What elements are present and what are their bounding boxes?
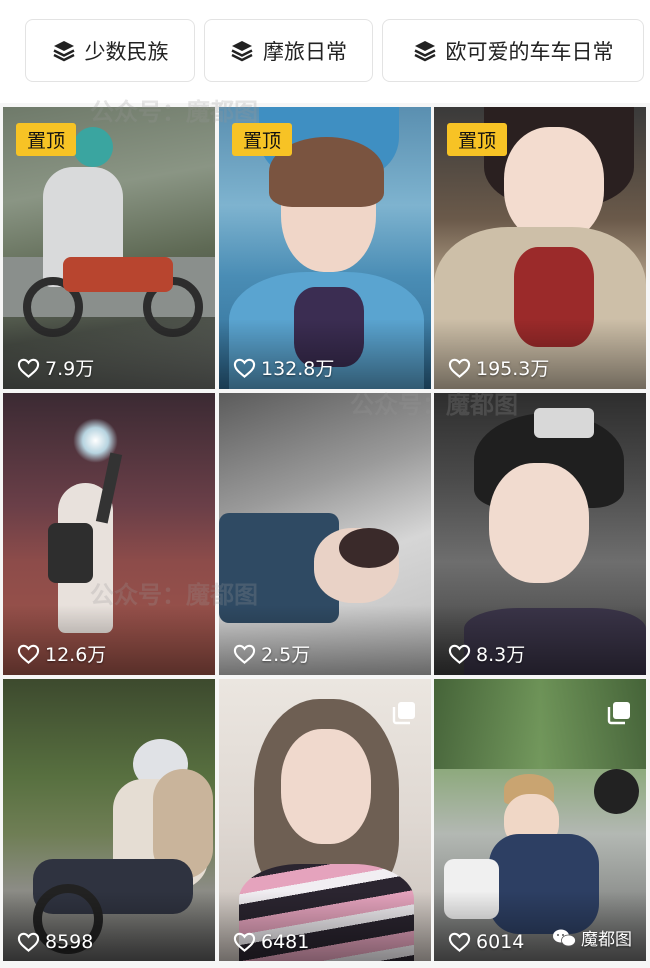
like-count-value: 8.3万 bbox=[476, 644, 526, 666]
heart-icon bbox=[17, 932, 40, 952]
video-tile[interactable]: 置顶 7.9万 bbox=[3, 107, 215, 389]
like-count-value: 132.8万 bbox=[261, 358, 335, 380]
like-count: 6481 bbox=[233, 931, 309, 953]
like-count: 2.5万 bbox=[233, 640, 310, 667]
layers-icon bbox=[52, 40, 75, 61]
like-count-value: 8598 bbox=[45, 931, 94, 953]
heart-icon bbox=[448, 358, 471, 378]
video-tile[interactable]: 置顶 195.3万 bbox=[434, 107, 646, 389]
like-count: 132.8万 bbox=[233, 354, 334, 381]
pinned-badge: 置顶 bbox=[16, 123, 76, 156]
wechat-icon bbox=[553, 929, 576, 946]
like-count-value: 12.6万 bbox=[45, 644, 107, 666]
video-tile[interactable]: 6481 bbox=[219, 679, 431, 961]
like-count-value: 195.3万 bbox=[476, 358, 550, 380]
like-count: 8.3万 bbox=[448, 640, 525, 667]
heart-icon bbox=[448, 932, 471, 952]
layers-icon bbox=[231, 40, 253, 61]
like-count-value: 6014 bbox=[476, 931, 525, 953]
tab-cute-car-daily[interactable]: 欧可爱的车车日常 bbox=[382, 19, 644, 82]
video-tile[interactable]: 8598 bbox=[3, 679, 215, 961]
video-tile[interactable]: 6014 bbox=[434, 679, 646, 961]
like-count: 7.9万 bbox=[17, 354, 94, 381]
pinned-badge: 置顶 bbox=[232, 123, 292, 156]
heart-icon bbox=[17, 358, 40, 378]
layers-icon bbox=[413, 40, 436, 61]
like-count-value: 6481 bbox=[261, 931, 310, 953]
like-count: 6014 bbox=[448, 931, 524, 953]
multi-image-icon bbox=[607, 702, 630, 725]
like-count: 12.6万 bbox=[17, 640, 106, 667]
video-tile[interactable]: 8.3万 bbox=[434, 393, 646, 675]
heart-icon bbox=[448, 644, 471, 664]
watermark-brand-text: 魔都图 bbox=[581, 930, 632, 950]
video-tile[interactable]: 2.5万 bbox=[219, 393, 431, 675]
video-tile[interactable]: 置顶 132.8万 bbox=[219, 107, 431, 389]
like-count-value: 7.9万 bbox=[45, 358, 95, 380]
like-count: 195.3万 bbox=[448, 354, 549, 381]
watermark-brand: 魔都图 bbox=[552, 925, 632, 950]
heart-icon bbox=[233, 932, 256, 952]
multi-image-icon bbox=[392, 702, 415, 725]
tab-moto-daily[interactable]: 摩旅日常 bbox=[204, 19, 373, 82]
tab-label: 欧可爱的车车日常 bbox=[445, 39, 614, 64]
like-count-value: 2.5万 bbox=[261, 644, 311, 666]
heart-icon bbox=[17, 644, 40, 664]
video-tile[interactable]: 12.6万 bbox=[3, 393, 215, 675]
tab-label: 摩旅日常 bbox=[263, 39, 347, 64]
heart-icon bbox=[233, 644, 256, 664]
heart-icon bbox=[233, 358, 256, 378]
video-grid: 置顶 7.9万 置顶 132.8万 置顶 195.3万 12.6万 2.5万 8… bbox=[0, 103, 650, 968]
like-count: 8598 bbox=[17, 931, 93, 953]
tab-label: 少数民族 bbox=[84, 39, 169, 64]
tab-ethnic-minority[interactable]: 少数民族 bbox=[25, 19, 195, 82]
collection-tabs-bar: 少数民族 摩旅日常 欧可爱的车车日常 bbox=[0, 0, 650, 103]
pinned-badge: 置顶 bbox=[447, 123, 507, 156]
